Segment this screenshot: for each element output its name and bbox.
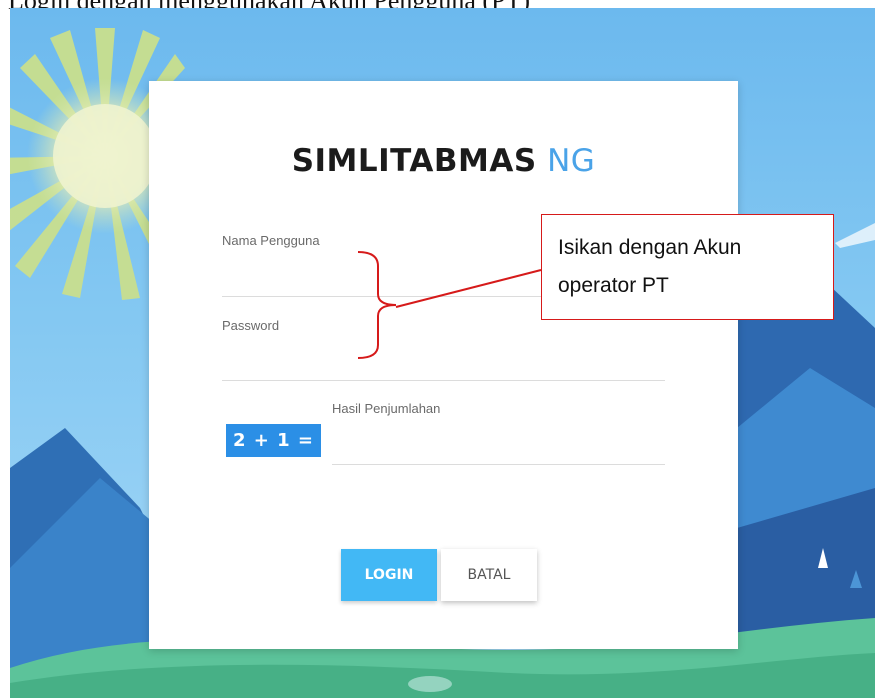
captcha-question: 2 + 1 = bbox=[226, 424, 321, 457]
annotation-callout: Isikan dengan Akun operator PT bbox=[541, 214, 834, 320]
brand-title: SIMLITABMAS NG bbox=[149, 143, 738, 179]
annotation-line-2: operator PT bbox=[558, 274, 669, 297]
sum-field: Hasil Penjumlahan bbox=[332, 401, 665, 465]
password-input[interactable] bbox=[222, 355, 665, 379]
cancel-button[interactable]: BATAL bbox=[441, 549, 537, 601]
sum-label: Hasil Penjumlahan bbox=[332, 401, 441, 416]
annotation-line-1: Isikan dengan Akun bbox=[558, 236, 742, 259]
login-card: SIMLITABMAS NG Nama Pengguna Password 2 … bbox=[149, 81, 738, 649]
password-field: Password bbox=[222, 318, 665, 381]
login-button[interactable]: LOGIN bbox=[341, 549, 437, 601]
password-label: Password bbox=[222, 318, 280, 333]
brand-main: SIMLITABMAS bbox=[291, 143, 537, 179]
password-underline bbox=[222, 380, 665, 381]
sum-input[interactable] bbox=[332, 439, 665, 463]
sum-underline bbox=[332, 464, 665, 465]
brand-suffix: NG bbox=[547, 143, 596, 179]
